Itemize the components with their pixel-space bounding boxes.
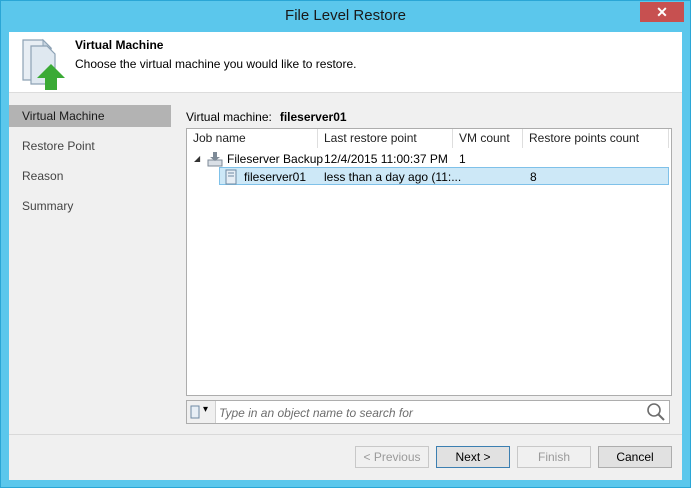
restore-document-icon xyxy=(22,38,65,90)
last-restore-point-cell: less than a day ago (11:... xyxy=(324,170,462,184)
job-name-cell: Fileserver Backup xyxy=(227,152,324,166)
footer-divider xyxy=(9,434,682,435)
grid-header: Job name Last restore point VM count Res… xyxy=(187,129,671,149)
last-restore-point-cell: 12/4/2015 11:00:37 PM xyxy=(324,152,448,166)
backup-jobs-grid[interactable]: Job name Last restore point VM count Res… xyxy=(186,128,672,396)
header-description: Choose the virtual machine you would lik… xyxy=(75,57,357,71)
restore-points-count-cell: 8 xyxy=(530,170,537,184)
step-restore-point[interactable]: Restore Point xyxy=(9,135,171,157)
wizard-client-area: Virtual Machine Choose the virtual machi… xyxy=(9,32,682,480)
wizard-header: Virtual Machine Choose the virtual machi… xyxy=(9,32,682,93)
selected-vm-label: Virtual machine: fileserver01 xyxy=(186,110,347,124)
close-button[interactable]: ✕ xyxy=(640,2,684,22)
header-title: Virtual Machine xyxy=(75,38,164,52)
vm-icon xyxy=(190,405,200,419)
chevron-down-icon: ▾ xyxy=(203,404,209,415)
object-search-box: ▾ xyxy=(186,400,670,424)
next-button[interactable]: Next > xyxy=(436,446,510,468)
expand-toggle-icon[interactable]: ◢ xyxy=(194,150,200,168)
search-icon[interactable] xyxy=(645,402,667,422)
finish-button[interactable]: Finish xyxy=(517,446,591,468)
wizard-steps-sidebar: Virtual Machine Restore Point Reason Sum… xyxy=(9,105,171,225)
table-row-selected[interactable]: fileserver01 less than a day ago (11:...… xyxy=(219,167,669,185)
backup-job-icon xyxy=(207,152,223,167)
column-vm-count[interactable]: VM count xyxy=(453,129,523,148)
window-title: File Level Restore xyxy=(285,7,406,24)
step-virtual-machine[interactable]: Virtual Machine xyxy=(9,105,171,127)
vm-icon xyxy=(225,169,237,185)
step-summary[interactable]: Summary xyxy=(9,195,171,217)
file-level-restore-window: File Level Restore ✕ Virtual Machine Cho… xyxy=(0,0,691,488)
step-reason[interactable]: Reason xyxy=(9,165,171,187)
vm-label-value: fileserver01 xyxy=(279,110,347,124)
job-name-cell: fileserver01 xyxy=(244,170,307,184)
column-restore-points-count[interactable]: Restore points count xyxy=(523,129,669,148)
search-input[interactable] xyxy=(217,403,641,423)
title-bar: File Level Restore ✕ xyxy=(1,1,690,32)
column-last-restore-point[interactable]: Last restore point xyxy=(318,129,453,148)
vm-count-cell: 1 xyxy=(459,152,466,166)
previous-button[interactable]: < Previous xyxy=(355,446,429,468)
vm-label-text: Virtual machine: xyxy=(186,110,272,124)
close-icon: ✕ xyxy=(656,4,668,20)
table-row[interactable]: ◢ Fileserver Backup 12/4/2015 11:00:37 P… xyxy=(187,150,671,168)
column-job-name[interactable]: Job name xyxy=(187,129,318,148)
search-type-dropdown[interactable]: ▾ xyxy=(187,401,216,423)
cancel-button[interactable]: Cancel xyxy=(598,446,672,468)
